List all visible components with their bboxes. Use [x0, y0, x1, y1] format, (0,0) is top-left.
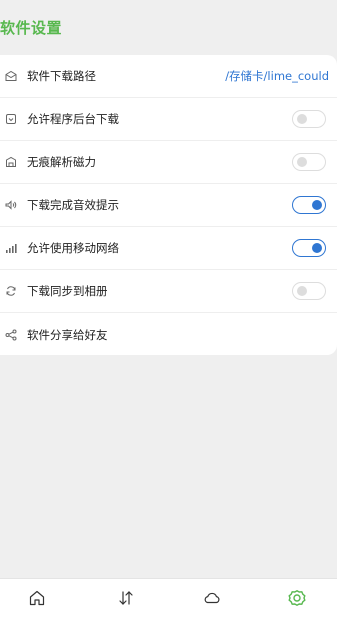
- setting-background-download: 允许程序后台下载: [0, 98, 337, 141]
- sync-album-toggle[interactable]: [292, 282, 326, 300]
- background-download-toggle[interactable]: [292, 110, 326, 128]
- toggle-knob: [296, 286, 307, 296]
- toggle-knob: [296, 157, 307, 167]
- setting-label: 无痕解析磁力: [27, 155, 96, 169]
- home-icon[interactable]: [28, 589, 46, 607]
- toggle-knob: [311, 200, 322, 210]
- download-path-value[interactable]: /存储卡/lime_could: [225, 68, 329, 84]
- transfer-icon[interactable]: [117, 589, 135, 607]
- cloud-icon[interactable]: [203, 589, 221, 607]
- setting-label: 允许程序后台下载: [27, 112, 119, 126]
- toggle-knob: [296, 114, 307, 124]
- share-icon: [5, 329, 17, 341]
- settings-gear-icon[interactable]: [288, 589, 306, 607]
- complete-sound-toggle[interactable]: [292, 196, 326, 214]
- settings-screen: 软件设置 软件下载路径 /存储卡/lime_could 允许程序后台下载 无痕解…: [0, 0, 337, 619]
- magnet-parse-toggle[interactable]: [292, 153, 326, 171]
- sync-icon: [5, 285, 17, 297]
- toggle-knob: [311, 243, 322, 253]
- setting-label: 软件分享给好友: [27, 327, 108, 342]
- setting-label: 允许使用移动网络: [27, 241, 119, 255]
- bottom-tab-bar: [0, 578, 337, 619]
- setting-download-path[interactable]: 软件下载路径 /存储卡/lime_could: [0, 55, 337, 98]
- signal-icon: [5, 242, 17, 254]
- page-title: 软件设置: [0, 19, 63, 37]
- sound-icon: [5, 199, 17, 211]
- setting-label: 下载同步到相册: [27, 284, 108, 298]
- setting-magnet-parse: 无痕解析磁力: [0, 141, 337, 184]
- background-download-icon: [5, 113, 17, 125]
- settings-card: 软件下载路径 /存储卡/lime_could 允许程序后台下载 无痕解析磁力 下…: [0, 55, 337, 355]
- mobile-network-toggle[interactable]: [292, 239, 326, 257]
- magnet-icon: [5, 156, 17, 168]
- setting-share-app[interactable]: 软件分享给好友: [0, 313, 337, 355]
- setting-label: 软件下载路径: [27, 69, 96, 83]
- folder-icon: [5, 70, 17, 82]
- setting-sync-album: 下载同步到相册: [0, 270, 337, 313]
- setting-mobile-network: 允许使用移动网络: [0, 227, 337, 270]
- setting-complete-sound: 下载完成音效提示: [0, 184, 337, 227]
- setting-label: 下载完成音效提示: [27, 198, 119, 212]
